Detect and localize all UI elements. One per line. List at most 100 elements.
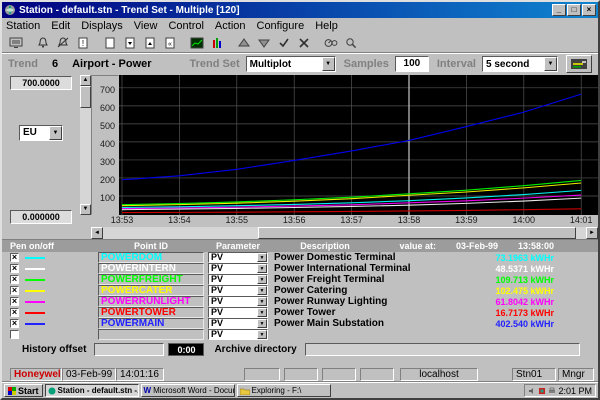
point-id-field[interactable]: POWERRUNLIGHT [98,296,204,307]
pen-checkbox[interactable] [10,330,19,339]
pen-checkbox[interactable]: × [10,286,19,295]
alarm-bell-icon [37,37,49,49]
alarm-page-button[interactable]: ! [73,34,93,52]
station-button[interactable] [6,34,26,52]
pen-checkbox[interactable]: × [10,253,19,262]
window-title: Station - default.stn - Trend Set - Mult… [19,5,551,16]
raise-button[interactable] [234,34,254,52]
page-up-button[interactable] [140,34,160,52]
minimize-icon: _ [557,5,561,14]
taskbar-task-word[interactable]: W Microsoft Word - Document1 [141,384,235,397]
chevron-down-icon[interactable]: ▼ [257,264,267,273]
alarm-button[interactable] [33,34,53,52]
chevron-down-icon[interactable]: ▼ [257,297,267,306]
menu-help[interactable]: Help [315,20,338,32]
reject-button[interactable] [294,34,314,52]
samples-label: Samples [344,58,389,70]
chart-style-button[interactable] [566,55,592,73]
status-date: 03-Feb-99 [62,368,116,381]
history-offset-input[interactable] [94,343,164,356]
close-button[interactable]: × [582,4,596,16]
horizontal-scrollbar[interactable]: ◄ ► [91,227,598,239]
find-button[interactable] [341,34,361,52]
restore-button[interactable]: □ [567,4,581,16]
trend-display-button[interactable] [187,34,207,52]
volume-icon[interactable] [528,387,536,395]
lower-button[interactable] [254,34,274,52]
group-display-button[interactable] [207,34,227,52]
status-cell-4 [360,368,394,381]
chevron-down-icon[interactable]: ▼ [257,275,267,284]
scroll-right-icon[interactable]: ► [586,227,598,239]
chevron-down-icon[interactable]: ▼ [257,319,267,328]
menu-edit[interactable]: Edit [51,20,70,32]
parameter-select[interactable]: PV▼ [208,318,268,329]
page-down-button[interactable] [120,34,140,52]
parameter-select[interactable]: PV▼ [208,274,268,285]
chevron-down-icon[interactable]: ▼ [544,57,557,71]
pen-checkbox[interactable]: × [10,264,19,273]
scroll-down-icon[interactable]: ▼ [80,204,91,215]
chevron-down-icon[interactable]: ▼ [257,330,267,339]
tray-station-icon[interactable] [538,387,546,395]
point-id-field[interactable]: POWERFREIGHT [98,274,204,285]
chevron-down-icon[interactable]: ▼ [257,253,267,262]
page-button[interactable] [100,34,120,52]
interval-select[interactable]: 5 second ▼ [482,56,558,72]
pen-checkbox[interactable]: × [10,275,19,284]
eu-select[interactable]: EU ▼ [19,125,63,141]
parameter-select[interactable]: PV▼ [208,307,268,318]
point-id-field[interactable]: POWERDOM [98,252,204,263]
start-button[interactable]: Start [4,384,43,397]
chevron-down-icon[interactable]: ▼ [257,308,267,317]
point-id-field[interactable]: POWERTOWER [98,307,204,318]
taskbar-task-explorer[interactable]: Exploring - F:\ [237,384,331,397]
parameter-select[interactable]: PV▼ [208,329,268,340]
archive-directory-input[interactable] [305,343,580,356]
point-id-field[interactable]: POWERINTERN [98,263,204,274]
faceplate-button[interactable] [321,34,341,52]
y-min-field[interactable]: 0.000000 [10,210,72,224]
pen-checkbox[interactable]: × [10,319,19,328]
find-icon [345,37,357,49]
chevron-down-icon[interactable]: ▼ [322,57,335,71]
scroll-left-icon[interactable]: ◄ [91,227,103,239]
point-id-field[interactable] [98,329,204,340]
vertical-scroll-thumb[interactable] [80,86,91,108]
samples-field[interactable]: 100 [395,56,429,72]
pen-checkbox[interactable]: × [10,297,19,306]
menu-view[interactable]: View [134,20,158,32]
parameter-select[interactable]: PV▼ [208,252,268,263]
horizontal-scroll-track[interactable] [103,227,586,239]
point-id-field[interactable]: POWERMAIN [98,318,204,329]
vertical-scrollbar[interactable]: ▲ ▼ [80,75,91,215]
parameter-select[interactable]: PV▼ [208,285,268,296]
trend-set-select[interactable]: Multiplot ▼ [246,56,336,72]
menu-displays[interactable]: Displays [81,20,123,32]
taskbar-task-station[interactable]: Station - default.stn -... [45,384,139,397]
parameter-select[interactable]: PV▼ [208,296,268,307]
menu-configure[interactable]: Configure [257,20,305,32]
accept-button[interactable] [274,34,294,52]
parameter-select[interactable]: PV▼ [208,263,268,274]
chevron-down-icon[interactable]: ▼ [49,126,62,140]
point-id-field[interactable]: POWERCATER [98,285,204,296]
menu-station[interactable]: Station [6,20,40,32]
header-value-at: value at: [382,241,436,251]
y-max-field[interactable]: 700.0000 [10,76,72,90]
menu-control[interactable]: Control [168,20,203,32]
header-point-id: Point ID [98,241,204,251]
start-label: Start [18,386,39,396]
pen-checkbox[interactable]: × [10,308,19,317]
menu-action[interactable]: Action [215,20,246,32]
x-axis-labels: 13:5313:5413:5513:5613:5713:5813:5914:00… [91,215,598,227]
chevron-down-icon[interactable]: ▼ [257,286,267,295]
horizontal-scroll-thumb[interactable] [258,227,577,239]
page-repeat-button[interactable]: « [160,34,180,52]
scroll-up-icon[interactable]: ▲ [80,75,91,86]
alarm-disable-button[interactable] [53,34,73,52]
minimize-button[interactable]: _ [552,4,566,16]
x-axis-label: 13:57 [340,215,363,225]
vertical-scroll-track[interactable] [80,86,91,204]
printer-icon[interactable] [548,387,556,395]
